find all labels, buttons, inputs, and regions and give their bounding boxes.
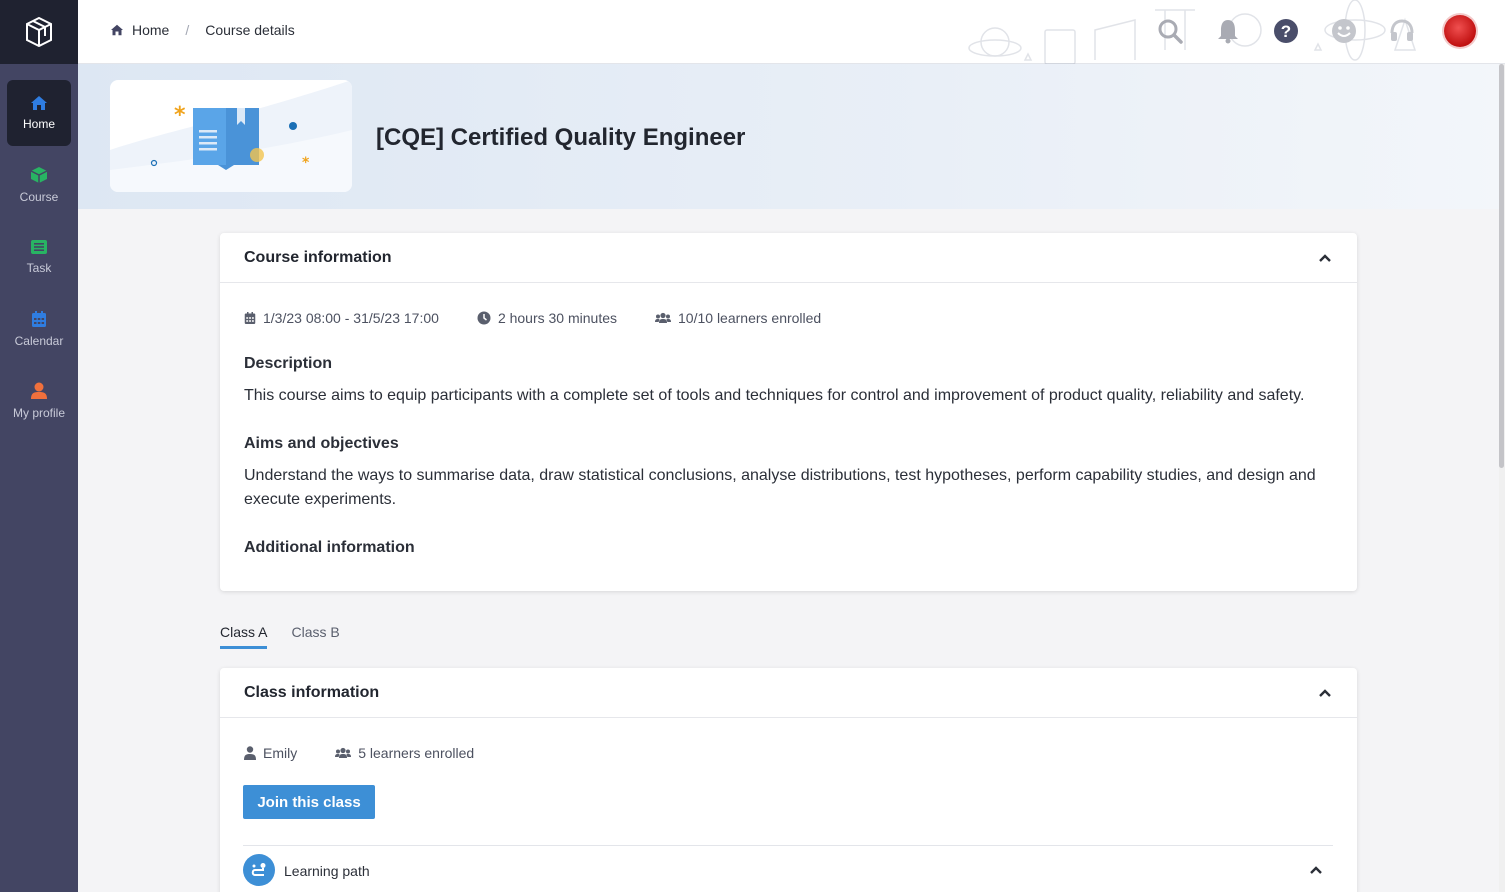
users-icon bbox=[335, 747, 352, 758]
calendar-icon bbox=[32, 311, 46, 327]
route-icon bbox=[251, 863, 266, 876]
breadcrumb-current: Course details bbox=[205, 22, 295, 38]
sidebar-item-my-profile[interactable]: My profile bbox=[7, 368, 71, 434]
header-actions: ? bbox=[1129, 14, 1477, 48]
help-button[interactable]: ? bbox=[1269, 14, 1303, 48]
feedback-button[interactable] bbox=[1327, 14, 1361, 48]
search-button[interactable] bbox=[1153, 14, 1187, 48]
class-instructor-text: Emily bbox=[263, 745, 298, 761]
users-icon bbox=[655, 312, 672, 323]
home-icon bbox=[111, 24, 123, 36]
class-tabs: Class A Class B bbox=[220, 624, 364, 649]
class-meta: Emily 5 learners enrolled bbox=[244, 745, 512, 761]
additional-info-heading: Additional information bbox=[244, 539, 415, 556]
learning-path-icon bbox=[243, 854, 275, 886]
avatar bbox=[1444, 15, 1476, 47]
breadcrumb-home-label: Home bbox=[132, 22, 170, 38]
sidebar-item-label: Home bbox=[22, 117, 55, 131]
svg-text:*: * bbox=[174, 103, 186, 128]
home-icon bbox=[31, 96, 47, 110]
aims-heading: Aims and objectives bbox=[244, 435, 399, 452]
support-button[interactable] bbox=[1385, 14, 1419, 48]
course-thumbnail: * * bbox=[110, 80, 352, 192]
app-logo[interactable] bbox=[0, 0, 78, 64]
page-title: [CQE] Certified Quality Engineer bbox=[376, 124, 746, 151]
sidebar-item-label: Course bbox=[19, 190, 59, 204]
sidebar: Home Course Task Calendar My profile bbox=[0, 0, 78, 892]
tab-class-b[interactable]: Class B bbox=[291, 624, 339, 649]
chevron-up-icon bbox=[1319, 253, 1331, 262]
user-icon bbox=[244, 746, 256, 760]
task-icon bbox=[31, 240, 47, 254]
sidebar-item-task[interactable]: Task bbox=[7, 224, 71, 290]
sidebar-item-course[interactable]: Course bbox=[7, 152, 71, 218]
smiley-icon bbox=[1332, 19, 1356, 43]
breadcrumb-home-link[interactable]: Home bbox=[110, 22, 169, 38]
aims-text: Understand the ways to summarise data, d… bbox=[244, 467, 1316, 508]
svg-text:*: * bbox=[302, 155, 310, 171]
course-enrollment: 10/10 learners enrolled bbox=[655, 310, 821, 326]
card-title: Course information bbox=[244, 248, 392, 266]
sidebar-item-calendar[interactable]: Calendar bbox=[7, 296, 71, 362]
breadcrumb-separator: / bbox=[185, 22, 190, 38]
course-dates: 1/3/23 08:00 - 31/5/23 17:00 bbox=[244, 310, 439, 326]
learning-path-collapse-button[interactable] bbox=[1308, 862, 1324, 878]
calendar-icon bbox=[244, 312, 256, 324]
course-duration: 2 hours 30 minutes bbox=[477, 310, 617, 326]
headset-icon bbox=[1390, 19, 1414, 41]
description-text: This course aims to equip participants w… bbox=[244, 387, 1305, 404]
collapse-button[interactable] bbox=[1317, 685, 1333, 701]
breadcrumb: Home / Course details bbox=[110, 22, 295, 38]
search-icon bbox=[1158, 19, 1183, 44]
class-instructor: Emily bbox=[244, 745, 297, 761]
cube-icon bbox=[30, 167, 48, 183]
course-enrollment-text: 10/10 learners enrolled bbox=[678, 310, 822, 326]
course-information-card: Course information 1/3/23 08:00 - 31/5/2… bbox=[220, 233, 1357, 591]
course-meta: 1/3/23 08:00 - 31/5/23 17:00 2 hours 30 … bbox=[244, 310, 859, 326]
svg-text:?: ? bbox=[1281, 22, 1291, 41]
learning-path-label: Learning path bbox=[284, 863, 370, 879]
chevron-up-icon bbox=[1319, 688, 1331, 697]
tab-class-a[interactable]: Class A bbox=[220, 624, 268, 649]
user-icon bbox=[31, 382, 47, 399]
topbar: Home / Course details ? bbox=[78, 0, 1505, 64]
sidebar-item-label: Task bbox=[26, 261, 52, 275]
help-icon: ? bbox=[1274, 19, 1298, 43]
sidebar-item-home[interactable]: Home bbox=[7, 80, 71, 146]
notifications-button[interactable] bbox=[1211, 14, 1245, 48]
class-information-card: Class information Emily 5 learners enrol… bbox=[220, 668, 1357, 892]
course-hero-banner: * * [CQE] Certified Quality Engineer bbox=[78, 64, 1505, 209]
class-enrollment: 5 learners enrolled bbox=[335, 745, 474, 761]
clock-icon bbox=[477, 311, 491, 325]
course-information-header[interactable]: Course information bbox=[220, 233, 1357, 283]
collapse-button[interactable] bbox=[1317, 250, 1333, 266]
card-title: Class information bbox=[244, 683, 380, 701]
learning-path-row[interactable]: Learning path bbox=[243, 845, 1333, 892]
sidebar-item-label: Calendar bbox=[14, 334, 64, 348]
join-class-button[interactable]: Join this class bbox=[243, 785, 375, 819]
description-heading: Description bbox=[244, 355, 333, 372]
course-dates-text: 1/3/23 08:00 - 31/5/23 17:00 bbox=[263, 310, 439, 326]
course-duration-text: 2 hours 30 minutes bbox=[497, 310, 618, 326]
book-illustration-icon: * * bbox=[110, 80, 352, 192]
scrollbar-thumb[interactable] bbox=[1499, 64, 1504, 468]
chevron-up-icon bbox=[1310, 866, 1322, 874]
class-information-header[interactable]: Class information bbox=[220, 668, 1357, 718]
logo-icon bbox=[26, 17, 52, 47]
bell-icon bbox=[1218, 20, 1238, 44]
sidebar-item-label: My profile bbox=[12, 406, 65, 420]
class-enrollment-text: 5 learners enrolled bbox=[358, 745, 475, 761]
user-avatar-button[interactable] bbox=[1443, 14, 1477, 48]
